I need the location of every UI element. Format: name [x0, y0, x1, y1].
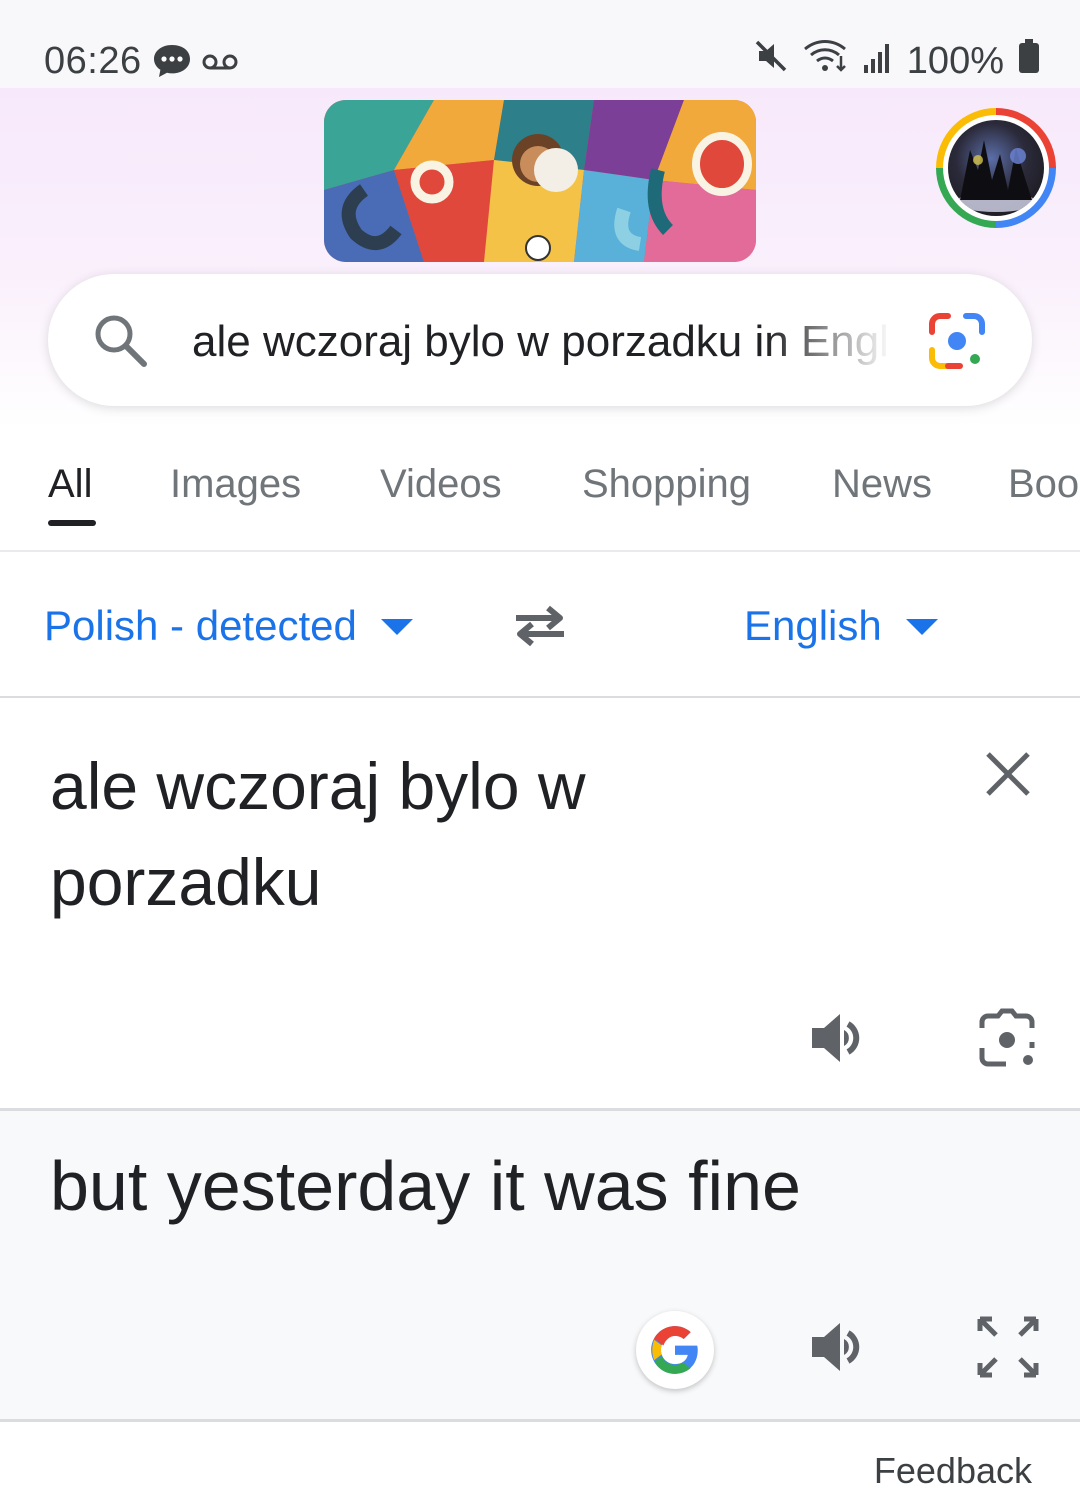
search-box[interactable]: ale wczoraj bylo w porzadku in English [48, 274, 1032, 406]
source-language-select[interactable]: Polish - detected [44, 602, 413, 650]
camera-input-icon[interactable] [976, 1008, 1038, 1070]
message-icon [152, 42, 192, 85]
translation-output-area: but yesterday it was fine [0, 1111, 1080, 1422]
search-input[interactable]: ale wczoraj bylo w porzadku in English [192, 312, 892, 372]
tab-shopping[interactable]: Shopping [582, 462, 751, 507]
source-text-area[interactable]: ale wczoraj bylo w porzadku [0, 698, 1080, 1111]
source-speaker-icon[interactable] [808, 1006, 872, 1070]
tab-all-underline [48, 520, 96, 526]
search-tabs: All Images Videos Shopping News Books [0, 440, 1080, 552]
tab-videos[interactable]: Videos [380, 462, 502, 507]
signal-icon [863, 40, 893, 83]
tab-all[interactable]: All [48, 462, 92, 507]
tab-news[interactable]: News [832, 462, 932, 507]
wifi-icon [803, 38, 849, 84]
feedback-link[interactable]: Feedback [874, 1450, 1032, 1492]
tab-images[interactable]: Images [170, 462, 301, 507]
battery-level: 100% [906, 39, 1004, 82]
source-language-label: Polish - detected [44, 602, 357, 649]
target-language-select[interactable]: English [744, 602, 938, 650]
battery-icon [1018, 39, 1040, 83]
chevron-down-icon [380, 618, 413, 635]
google-lens-icon[interactable] [928, 312, 986, 370]
language-selector-row: Polish - detected English [0, 552, 1080, 698]
search-icon[interactable] [92, 312, 148, 368]
target-language-label: English [744, 602, 882, 649]
fullscreen-expand-icon[interactable] [976, 1315, 1040, 1379]
translated-text: but yesterday it was fine [50, 1147, 801, 1225]
tab-books[interactable]: Books [1008, 462, 1080, 507]
source-text[interactable]: ale wczoraj bylo w porzadku [50, 738, 730, 930]
clear-text-icon[interactable] [982, 748, 1034, 800]
status-bar: 06:26 100% [0, 0, 1080, 88]
google-doodle[interactable] [324, 100, 756, 262]
voicemail-icon [202, 52, 238, 77]
swap-languages-icon[interactable] [508, 600, 572, 652]
translation-speaker-icon[interactable] [808, 1315, 872, 1379]
mute-icon [753, 38, 789, 84]
chevron-down-icon [905, 618, 938, 635]
account-avatar[interactable] [936, 108, 1056, 228]
open-google-translate-button[interactable] [636, 1311, 714, 1389]
status-time: 06:26 [44, 40, 142, 82]
